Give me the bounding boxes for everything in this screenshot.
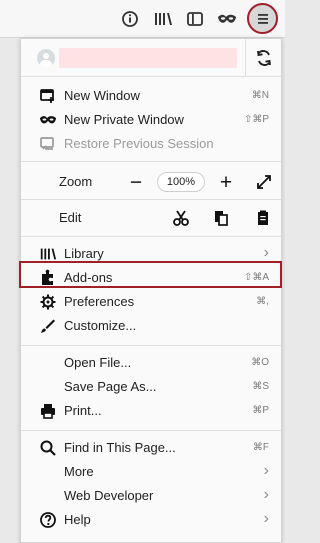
library-menu-icon-svg (40, 248, 57, 260)
printer-icon-svg (41, 404, 55, 419)
addons-shortcut: ⇧⌘A (243, 272, 269, 283)
sidebar-icon[interactable] (184, 8, 206, 30)
open-file-label: Open File... (64, 355, 132, 370)
restore-session-label: Restore Previous Session (64, 136, 214, 151)
zoom-in-button[interactable]: + (215, 171, 237, 193)
new-window-icon-svg (40, 89, 54, 103)
firefox-menu-screenshot: New Window ⌘N New Private Window ⇧⌘P Res… (0, 0, 285, 543)
help-label: Help (64, 512, 91, 527)
find-shortcut: ⌘F (252, 442, 269, 453)
zoom-out-button[interactable]: − (125, 171, 147, 193)
fullscreen-icon[interactable] (253, 171, 275, 193)
chevron-right-icon: › (263, 510, 269, 527)
browser-toolbar (0, 0, 285, 38)
library-menu-item[interactable]: Library › (21, 242, 281, 266)
library-label: Library (64, 246, 104, 261)
print-menu-item[interactable]: Print... ⌘P (21, 399, 281, 423)
zoom-label: Zoom (59, 174, 93, 189)
new-private-window-shortcut: ⇧⌘P (243, 114, 269, 125)
find-label: Find in This Page... (64, 440, 176, 455)
addons-menu-item[interactable]: Add-ons ⇧⌘A (21, 266, 281, 290)
web-developer-menu-item[interactable]: Web Developer › (21, 484, 281, 508)
separator (21, 345, 281, 346)
help-menu-item[interactable]: Help › (21, 508, 281, 532)
more-menu-item[interactable]: More › (21, 460, 281, 484)
account-email-placeholder (59, 48, 237, 68)
edit-row: Edit (21, 205, 281, 231)
app-menu-panel: New Window ⌘N New Private Window ⇧⌘P Res… (19, 38, 282, 543)
chevron-right-icon: › (263, 462, 269, 479)
new-private-window-label: New Private Window (64, 112, 184, 127)
new-window-label: New Window (64, 88, 140, 103)
puzzle-icon-svg (42, 269, 53, 285)
restore-session-icon (39, 135, 57, 153)
gear-icon (39, 293, 57, 311)
scissors-icon-svg (173, 210, 189, 226)
user-avatar-icon (37, 49, 55, 67)
restore-session-icon-svg (40, 137, 54, 150)
restore-session-menu-item: Restore Previous Session (21, 132, 281, 156)
mask-icon[interactable] (216, 8, 238, 30)
sidebar-icon-svg (187, 12, 203, 26)
web-developer-label: Web Developer (64, 488, 154, 503)
copy-icon[interactable] (211, 208, 231, 228)
print-shortcut: ⌘P (252, 405, 269, 416)
addons-label: Add-ons (64, 270, 113, 285)
mask-icon-svg (218, 14, 236, 23)
save-page-shortcut: ⌘S (252, 381, 269, 392)
fullscreen-icon-svg (257, 175, 271, 189)
customize-label: Customize... (64, 318, 137, 333)
new-private-window-menu-item[interactable]: New Private Window ⇧⌘P (21, 108, 281, 132)
printer-icon (39, 402, 57, 420)
paintbrush-icon (39, 317, 57, 335)
separator (21, 161, 281, 162)
search-icon-svg (40, 440, 56, 456)
chevron-right-icon: › (263, 486, 269, 503)
customize-menu-item[interactable]: Customize... (21, 314, 281, 338)
puzzle-icon (39, 269, 57, 287)
open-file-shortcut: ⌘O (251, 357, 269, 368)
new-window-menu-item[interactable]: New Window ⌘N (21, 84, 281, 108)
help-icon-svg (40, 512, 56, 528)
cut-icon[interactable] (171, 208, 191, 228)
library-icon-svg (155, 13, 172, 25)
sync-icon-svg (256, 49, 271, 66)
open-file-menu-item[interactable]: Open File... ⌘O (21, 351, 281, 375)
separator (21, 236, 281, 237)
find-menu-item[interactable]: Find in This Page... ⌘F (21, 436, 281, 460)
zoom-level-button[interactable]: 100% (157, 172, 205, 192)
preferences-menu-item[interactable]: Preferences ⌘, (21, 290, 281, 314)
search-icon (39, 439, 57, 457)
info-icon-svg (122, 11, 138, 27)
help-icon (39, 511, 57, 529)
more-label: More (64, 464, 94, 479)
paste-icon-svg (258, 210, 268, 225)
save-page-menu-item[interactable]: Save Page As... ⌘S (21, 375, 281, 399)
new-window-icon (39, 87, 57, 105)
private-window-icon-svg (39, 116, 57, 124)
hamburger-menu-button[interactable] (247, 3, 278, 34)
info-icon[interactable] (119, 8, 141, 30)
sync-icon[interactable] (245, 39, 281, 76)
preferences-label: Preferences (64, 294, 135, 309)
private-window-icon (39, 111, 57, 129)
separator (21, 199, 281, 200)
edit-label: Edit (59, 210, 82, 225)
gear-icon-svg (40, 294, 56, 310)
copy-icon-svg (215, 211, 228, 226)
print-label: Print... (64, 403, 102, 418)
paintbrush-icon-svg (41, 319, 55, 333)
separator (21, 430, 281, 431)
library-icon (39, 245, 57, 263)
new-window-shortcut: ⌘N (251, 90, 269, 101)
library-icon[interactable] (152, 8, 174, 30)
account-row[interactable] (21, 39, 281, 77)
chevron-right-icon: › (263, 244, 269, 261)
save-page-label: Save Page As... (64, 379, 157, 394)
paste-icon[interactable] (253, 208, 273, 228)
zoom-row: Zoom − 100% + (21, 169, 281, 195)
hamburger-menu-icon (257, 13, 268, 24)
preferences-shortcut: ⌘, (256, 296, 269, 307)
